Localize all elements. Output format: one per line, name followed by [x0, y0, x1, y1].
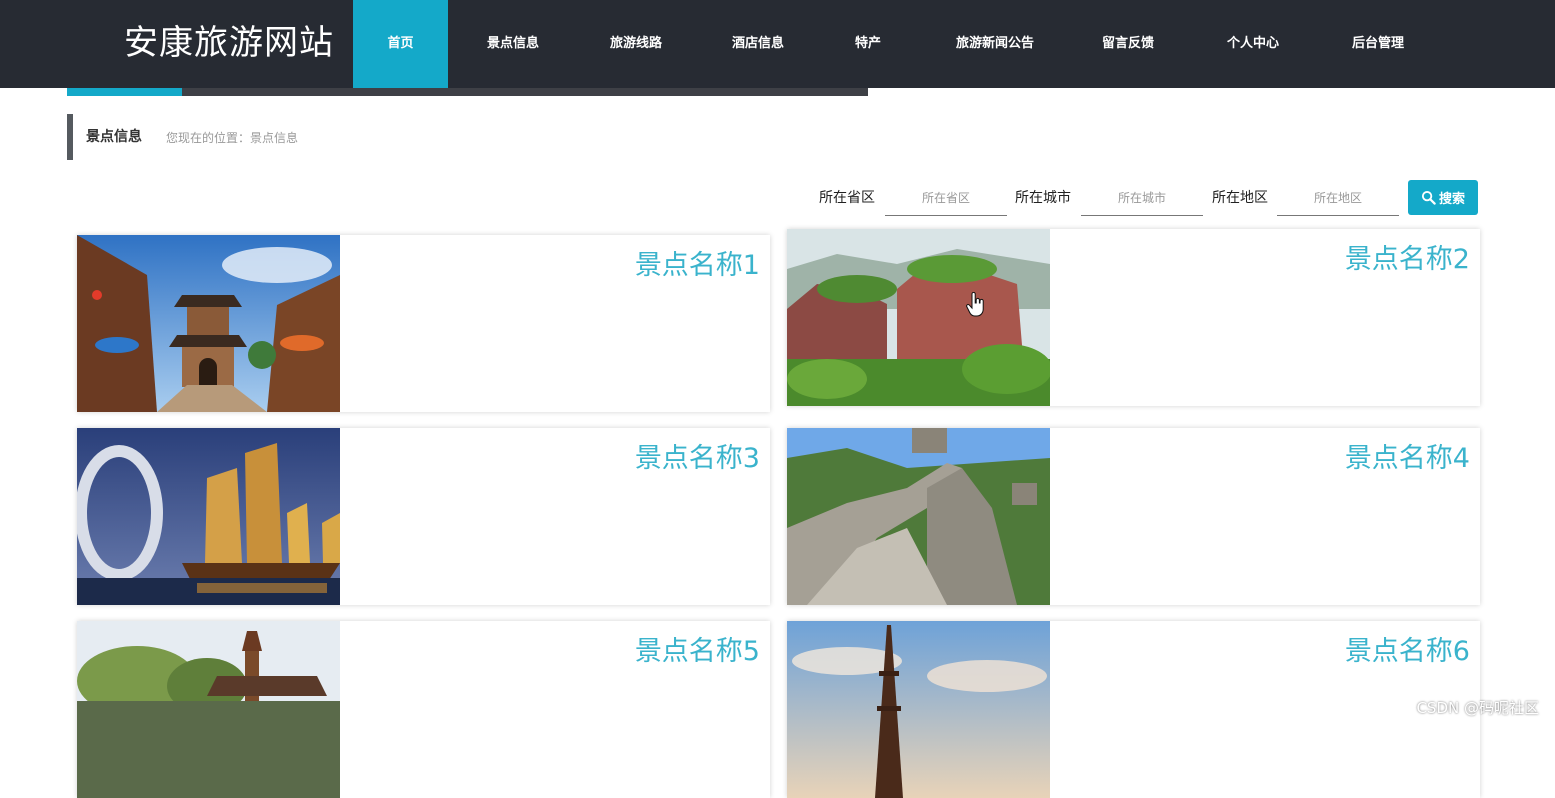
page-title: 景点信息: [86, 126, 142, 146]
sub-header-accent: [67, 88, 182, 96]
spot-card-6[interactable]: 景点名称6: [787, 621, 1480, 798]
pagoda-willow-photo[interactable]: [77, 621, 340, 798]
spot-name[interactable]: 景点名称1: [635, 243, 760, 282]
breadcrumb: 您现在的位置：景点信息: [166, 129, 298, 146]
search-icon: [1421, 190, 1436, 205]
province-label: 所在省区: [819, 189, 875, 207]
eiffel-tower-photo[interactable]: [787, 621, 1050, 798]
nav-item-admin[interactable]: 后台管理: [1343, 0, 1413, 88]
nav-item-hotels[interactable]: 酒店信息: [718, 0, 798, 88]
great-wall-photo[interactable]: [787, 428, 1050, 605]
district-input[interactable]: [1277, 180, 1399, 216]
search-button-label: 搜索: [1439, 188, 1465, 207]
spot-name[interactable]: 景点名称2: [1345, 237, 1470, 276]
search-button[interactable]: 搜索: [1408, 180, 1478, 215]
nav-item-specialties[interactable]: 特产: [843, 0, 893, 88]
ancient-town-gate-photo[interactable]: [77, 235, 340, 412]
nav-item-tour-routes[interactable]: 旅游线路: [596, 0, 676, 88]
spot-card-4[interactable]: 景点名称4: [787, 428, 1480, 605]
nav-item-profile[interactable]: 个人中心: [1218, 0, 1288, 88]
spot-card-5[interactable]: 景点名称5: [77, 621, 770, 798]
spot-name[interactable]: 景点名称6: [1345, 629, 1470, 668]
nav-item-home[interactable]: 首页: [353, 0, 448, 88]
spot-name[interactable]: 景点名称5: [635, 629, 760, 668]
watermark: CSDN @码呢社区: [1416, 697, 1539, 718]
nav-item-scenic-spots[interactable]: 景点信息: [473, 0, 553, 88]
spot-card-3[interactable]: 景点名称3: [77, 428, 770, 605]
top-header: 安康旅游网站 首页 景点信息 旅游线路 酒店信息 特产 旅游新闻公告 留言反馈 …: [0, 0, 1555, 88]
spot-name[interactable]: 景点名称3: [635, 436, 760, 475]
city-label: 所在城市: [1015, 189, 1071, 207]
sub-header-bar: [67, 88, 868, 96]
breadcrumb-marker: [67, 114, 73, 160]
spot-name[interactable]: 景点名称4: [1345, 436, 1470, 475]
red-rock-mountain-photo[interactable]: [787, 229, 1050, 406]
hand-pointer-cursor-icon: [966, 292, 986, 318]
province-input[interactable]: [885, 180, 1007, 216]
city-input[interactable]: [1081, 180, 1203, 216]
nav-item-feedback[interactable]: 留言反馈: [1093, 0, 1163, 88]
spot-card-1[interactable]: 景点名称1: [77, 235, 770, 412]
district-label: 所在地区: [1212, 189, 1268, 207]
spot-card-2[interactable]: 景点名称2: [787, 229, 1480, 406]
site-logo[interactable]: 安康旅游网站: [124, 20, 334, 66]
sailboats-ring-building-photo[interactable]: [77, 428, 340, 605]
nav-item-news[interactable]: 旅游新闻公告: [945, 0, 1045, 88]
